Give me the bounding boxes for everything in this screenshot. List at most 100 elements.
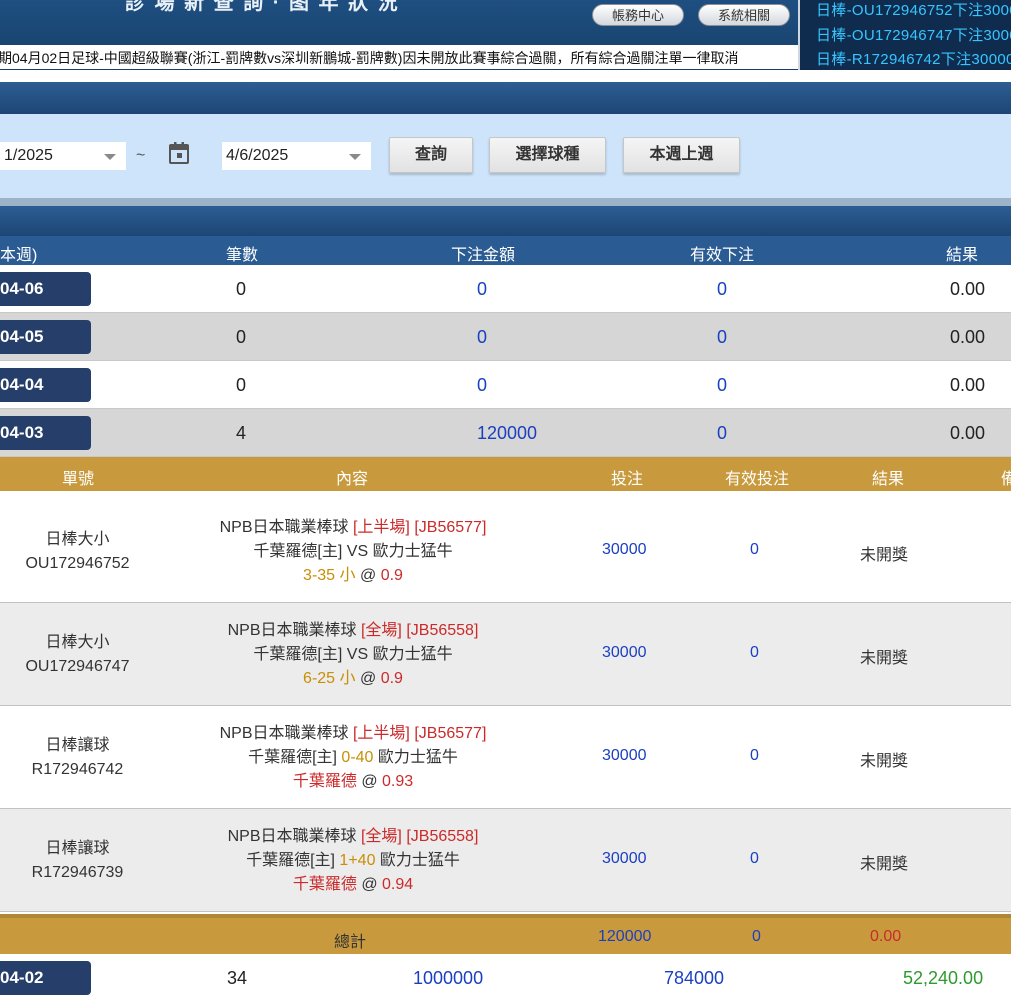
bet-league-line: NPB日本職業棒球 [上半場] [JB56577] — [170, 516, 536, 540]
date-badge-button[interactable]: 04-03 — [0, 416, 91, 450]
bet-ticker: 日棒-OU172946752下注30000 日棒-OU172946747下注30… — [798, 0, 1011, 70]
row-count: 34 — [227, 968, 248, 988]
summary-row: 04-05 0 0 0 0.00 — [0, 313, 1011, 361]
bet-amount: 30000 — [602, 747, 647, 764]
summary-row: 04-03 4 120000 0 0.00 — [0, 409, 1011, 457]
section-bar — [0, 206, 1011, 236]
total-label: 總計 — [334, 934, 367, 951]
bet-ticket-id: R172946739 — [31, 864, 124, 881]
ticker-item[interactable]: 日棒-OU172946747下注30000 — [816, 24, 1011, 45]
bet-pick: 6-25 小 — [303, 670, 356, 687]
bet-teams-line: 千葉羅德[主] 1+40 歐力士猛牛 — [170, 849, 536, 873]
start-date-value: 1/2025 — [4, 147, 53, 164]
detail-total-row: 總計 120000 0 0.00 — [0, 914, 1011, 954]
bet-period: [上半場] — [352, 519, 410, 536]
bet-valid-amount: 0 — [750, 747, 759, 764]
bet-pick: 千葉羅德 — [292, 773, 357, 790]
end-date-select[interactable]: 4/6/2025 — [222, 142, 371, 170]
bet-amount: 30000 — [602, 644, 647, 661]
bet-pick-line: 千葉羅德 @ 0.94 — [170, 873, 536, 897]
end-date-value: 4/6/2025 — [226, 147, 289, 164]
bet-row: 日棒讓球 R172946742 NPB日本職業棒球 [上半場] [JB56577… — [0, 706, 1011, 809]
bet-pick-line: 3-35 小 @ 0.9 — [170, 564, 536, 588]
bet-at: @ — [361, 876, 378, 893]
bet-at: @ — [361, 773, 378, 790]
bet-vs: VS — [346, 646, 369, 663]
bet-league-line: NPB日本職業棒球 [全場] [JB56558] — [170, 825, 536, 849]
bet-away: 歐力士猛牛 — [379, 852, 460, 869]
bet-teams-line: 千葉羅德[主] VS 歐力士猛牛 — [170, 540, 536, 564]
header-remark: 備 — [1001, 471, 1011, 488]
ticker-item[interactable]: 日棒-R172946742下注30000 — [816, 48, 1011, 69]
bet-ticket-id: R172946742 — [31, 761, 124, 778]
section-bar — [0, 82, 1011, 114]
bet-row: 日棒大小 OU172946747 NPB日本職業棒球 [全場] [JB56558… — [0, 603, 1011, 706]
header-date: 本週) — [0, 247, 38, 264]
bet-code: [JB56558] — [406, 622, 479, 639]
bet-pick: 千葉羅德 — [292, 876, 357, 893]
bet-amount: 30000 — [602, 541, 647, 558]
bet-away: 歐力士猛牛 — [372, 543, 453, 560]
bet-type: 日棒讓球 — [45, 840, 110, 857]
bet-league: NPB日本職業棒球 — [227, 622, 357, 639]
bet-valid-amount: 0 — [750, 644, 759, 661]
bet-teams-line: 千葉羅德[主] VS 歐力士猛牛 — [170, 643, 536, 667]
bet-period: [全場] — [360, 622, 402, 639]
calendar-icon[interactable] — [168, 141, 190, 165]
row-valid-bet: 0 — [717, 423, 728, 443]
row-bet-amount: 120000 — [477, 423, 538, 443]
header-valid-bet: 有效投注 — [725, 471, 790, 488]
this-week-last-week-button[interactable]: 本週上週 — [623, 137, 740, 173]
bet-valid-amount: 0 — [750, 850, 759, 867]
select-sport-button[interactable]: 選擇球種 — [489, 137, 606, 173]
bet-ticket-id: OU172946747 — [25, 658, 130, 675]
bet-code: [JB56577] — [414, 519, 487, 536]
summary-row: 04-02 34 1000000 784000 52,240.00 — [0, 954, 1011, 1000]
chevron-down-icon — [349, 154, 361, 160]
announcement-text: 期04月02日足球-中國超級聯賽(浙江-罰牌數vs深圳新鵬城-罰牌數)因未開放此… — [0, 50, 739, 66]
row-count: 0 — [236, 327, 247, 347]
row-valid-bet: 0 — [717, 375, 728, 395]
date-badge-button[interactable]: 04-06 — [0, 272, 91, 306]
bet-row: 日棒讓球 R172946739 NPB日本職業棒球 [全場] [JB56558]… — [0, 809, 1011, 912]
row-bet-amount: 1000000 — [413, 968, 484, 988]
row-result: 52,240.00 — [903, 968, 984, 988]
bet-row: 日棒大小 OU172946752 NPB日本職業棒球 [上半場] [JB5657… — [0, 500, 1011, 603]
row-bet-amount: 0 — [477, 375, 488, 395]
bet-league: NPB日本職業棒球 — [219, 519, 349, 536]
date-badge-button[interactable]: 04-05 — [0, 320, 91, 354]
system-menu-button[interactable]: 系統相關 — [698, 4, 790, 26]
bet-home: 千葉羅德[主] — [248, 749, 337, 766]
row-valid-bet: 0 — [717, 327, 728, 347]
ticker-item[interactable]: 日棒-OU172946752下注30000 — [816, 0, 1011, 20]
bet-odds: 0.9 — [380, 567, 403, 584]
start-date-select[interactable]: 1/2025 — [0, 142, 126, 170]
row-result: 0.00 — [950, 327, 986, 347]
summary-row: 04-06 0 0 0 0.00 — [0, 265, 1011, 313]
bet-odds: 0.93 — [382, 773, 414, 790]
total-result: 0.00 — [870, 928, 902, 945]
bet-away: 歐力士猛牛 — [377, 749, 458, 766]
date-badge-button[interactable]: 04-04 — [0, 368, 91, 402]
header-result: 結果 — [946, 247, 979, 264]
announcement-marquee: 期04月02日足球-中國超級聯賽(浙江-罰牌數vs深圳新鵬城-罰牌數)因未開放此… — [0, 45, 798, 69]
section-divider — [0, 198, 1011, 206]
bet-valid-amount: 0 — [750, 541, 759, 558]
row-result: 0.00 — [950, 375, 986, 395]
query-button[interactable]: 查詢 — [389, 137, 473, 173]
bet-amount: 30000 — [602, 850, 647, 867]
row-count: 0 — [236, 375, 247, 395]
summary-row: 04-04 0 0 0 0.00 — [0, 361, 1011, 409]
date-badge-button[interactable]: 04-02 — [0, 961, 91, 995]
account-center-button[interactable]: 帳務中心 — [592, 4, 684, 26]
total-valid: 0 — [752, 928, 761, 945]
bet-at: @ — [359, 670, 377, 687]
header-valid-bet: 有效下注 — [690, 247, 755, 264]
bet-handicap: 0-40 — [341, 749, 374, 766]
detail-table-header: 單號 內容 投注 有效投注 結果 備 — [0, 457, 1011, 491]
site-title: 診 場 新 查 詢 · 图 年 狀 況 — [125, 0, 400, 14]
bet-pick: 3-35 小 — [303, 567, 356, 584]
bet-result: 未開獎 — [860, 650, 909, 667]
bet-type: 日棒大小 — [45, 634, 110, 651]
bet-teams-line: 千葉羅德[主] 0-40 歐力士猛牛 — [170, 746, 536, 770]
